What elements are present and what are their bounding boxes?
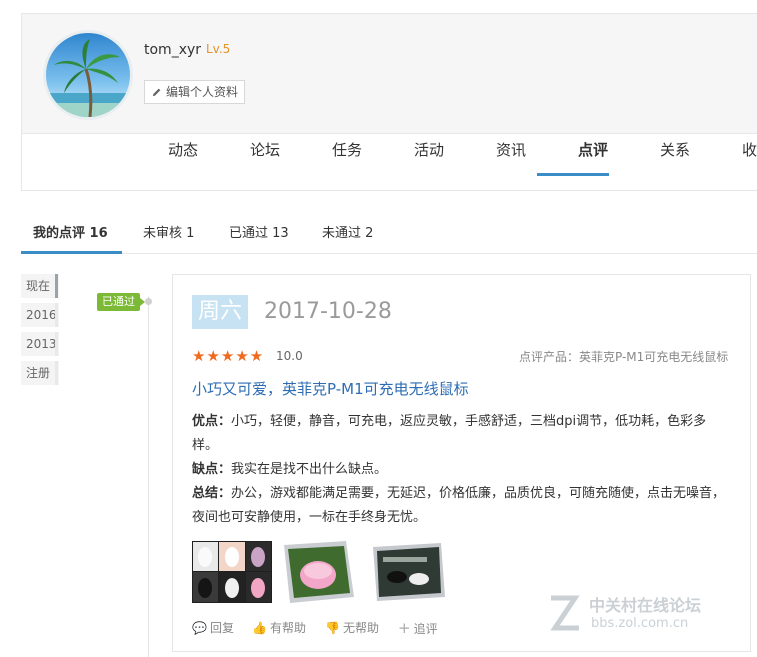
nav-item-news[interactable]: 资讯 — [496, 139, 526, 160]
nav-item-activity[interactable]: 活动 — [414, 139, 444, 160]
nav-item-favorites[interactable]: 收 — [742, 139, 757, 160]
watermark-url: bbs.zol.com.cn — [591, 616, 689, 631]
watermark-title: 中关村在线论坛 — [589, 596, 702, 615]
timeline-line — [148, 296, 149, 657]
reply-label: 回复 — [209, 621, 234, 635]
comment-icon: 💬 — [192, 620, 207, 635]
cons-text: 我实在是找不出什么缺点。 — [231, 462, 388, 477]
review-date: 2017-10-28 — [264, 299, 392, 324]
reply-button[interactable]: 💬 回复 — [192, 619, 234, 636]
product-package-thumbnail[interactable] — [276, 541, 358, 603]
subtab-pending[interactable]: 未审核 1 — [143, 222, 194, 241]
pros-label: 优点： — [192, 414, 232, 429]
reviewed-product[interactable]: 点评产品：英菲克P-M1可充电无线鼠标 — [519, 348, 728, 365]
review-summary: 总结：办公，游戏都能满足需要，无延迟，价格低廉，品质优良，可随充随使，点击无噪音… — [192, 482, 730, 530]
subtab-rejected[interactable]: 未通过 2 — [322, 222, 373, 241]
edit-profile-button[interactable]: 编辑个人资料 — [144, 80, 246, 104]
profile-card: tom_xyr Lv.5 编辑个人资料 — [21, 13, 757, 191]
subtab-approved[interactable]: 已通过 13 — [229, 222, 289, 241]
unhelpful-button[interactable]: 👎 无帮助 — [325, 619, 379, 636]
zol-logo-icon — [550, 595, 580, 631]
product-photo-thumbnail[interactable] — [192, 541, 272, 603]
palm-tree-icon — [46, 33, 130, 117]
timeline-year-register[interactable]: 注册 — [21, 361, 59, 385]
nav-active-indicator — [537, 173, 609, 176]
summary-label: 总结： — [192, 486, 232, 501]
cons-label: 缺点： — [192, 462, 232, 477]
follow-up-button[interactable]: + 追评 — [398, 619, 438, 637]
subtab-divider — [21, 253, 757, 254]
unhelpful-label: 无帮助 — [342, 621, 379, 635]
timeline-year-now[interactable]: 现在 — [21, 274, 59, 298]
review-title[interactable]: 小巧又可爱，英菲克P-M1可充电无线鼠标 — [192, 378, 469, 399]
review-pros: 优点：小巧，轻便，静音，可充电，返应灵敏，手感舒适，三档dpi调节，低功耗，色彩… — [192, 410, 730, 458]
review-score: 10.0 — [276, 349, 303, 363]
helpful-label: 有帮助 — [269, 621, 306, 635]
status-badge: 已通过 — [97, 293, 145, 311]
timeline-year-marker — [55, 303, 58, 327]
star-rating: ★★★★★ — [192, 347, 265, 365]
nav-item-relations[interactable]: 关系 — [660, 139, 690, 160]
timeline-year-marker — [55, 274, 58, 298]
nav-item-dynamic[interactable]: 动态 — [168, 139, 198, 160]
review-cons: 缺点：我实在是找不出什么缺点。 — [192, 458, 730, 482]
plus-icon: + — [398, 619, 411, 637]
nav-item-tasks[interactable]: 任务 — [332, 139, 362, 160]
follow-up-label: 追评 — [413, 621, 438, 636]
timeline-year-2013[interactable]: 2013 — [21, 332, 59, 356]
helpful-button[interactable]: 👍 有帮助 — [252, 619, 306, 636]
thumbs-up-icon: 👍 — [252, 620, 267, 635]
user-level: Lv.5 — [206, 42, 231, 56]
edit-profile-label: 编辑个人资料 — [166, 85, 239, 99]
pencil-icon — [152, 88, 161, 96]
subtab-active-indicator — [21, 251, 122, 254]
nav-item-forum[interactable]: 论坛 — [250, 139, 280, 160]
timeline-year-2016[interactable]: 2016 — [21, 303, 59, 327]
nav-item-reviews[interactable]: 点评 — [578, 139, 608, 160]
subtab-my-reviews[interactable]: 我的点评 16 — [33, 222, 108, 241]
username[interactable]: tom_xyr — [144, 42, 201, 58]
profile-header: tom_xyr Lv.5 编辑个人资料 — [22, 14, 757, 134]
timeline-dot — [145, 298, 152, 305]
zol-watermark: 中关村在线论坛 bbs.zol.com.cn — [545, 590, 750, 640]
review-weekday: 周六 — [192, 295, 249, 329]
timeline-year-marker — [55, 332, 58, 356]
thumbs-down-icon: 👎 — [325, 620, 340, 635]
product-box-thumbnail[interactable] — [369, 541, 447, 603]
pros-text: 小巧，轻便，静音，可充电，返应灵敏，手感舒适，三档dpi调节，低功耗，色彩多样。 — [192, 414, 707, 453]
summary-text: 办公，游戏都能满足需要，无延迟，价格低廉，品质优良，可随充随使，点击无噪音，夜间… — [192, 486, 726, 525]
timeline-year-marker — [55, 361, 58, 385]
avatar[interactable] — [46, 33, 130, 117]
